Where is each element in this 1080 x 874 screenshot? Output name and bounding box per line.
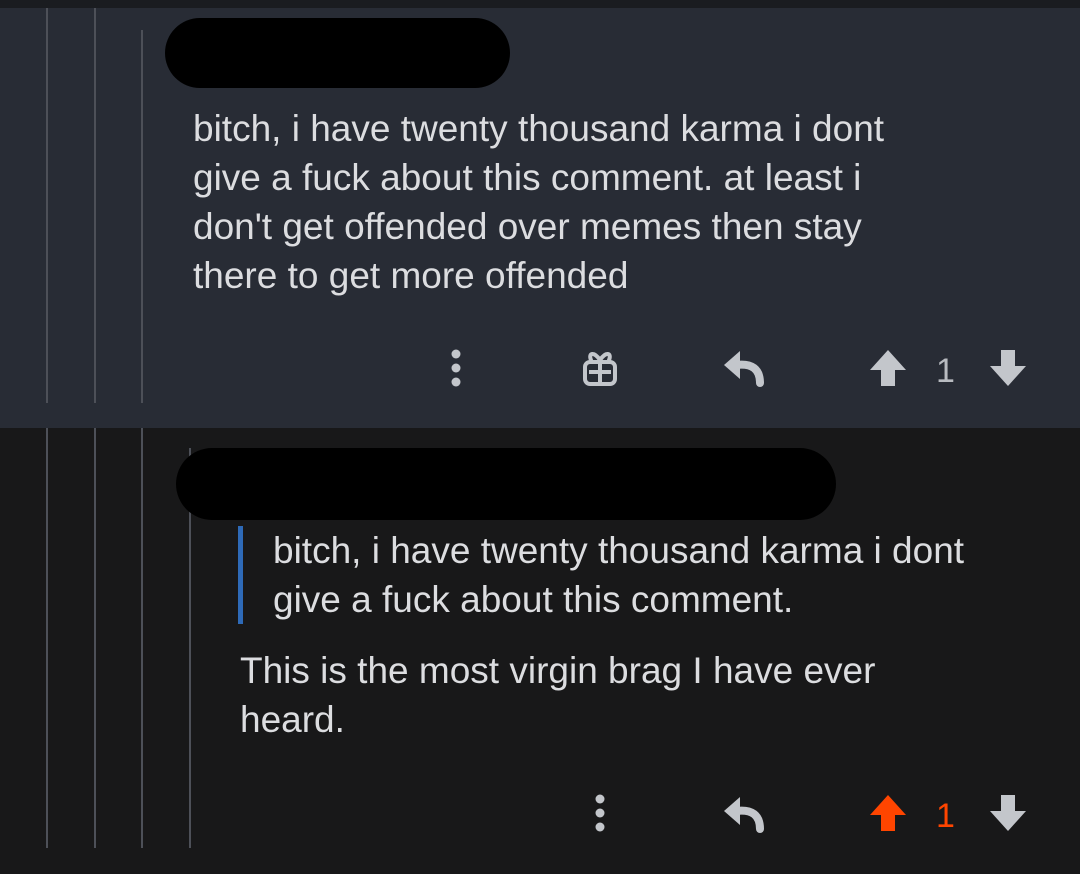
more-options-icon [451, 349, 461, 387]
score: 1 [936, 797, 955, 835]
thread-line[interactable] [46, 8, 48, 403]
upvote-button[interactable] [866, 347, 910, 389]
upvote-icon [870, 350, 906, 386]
score: 1 [936, 352, 955, 390]
more-options-button[interactable] [580, 788, 620, 838]
quote-body: bitch, i have twenty thousand karma i do… [273, 530, 965, 620]
reply-icon [724, 797, 764, 833]
award-button[interactable] [578, 344, 622, 390]
upvote-button[interactable] [866, 792, 910, 834]
downvote-button[interactable] [986, 347, 1030, 389]
thread-line[interactable] [94, 428, 96, 848]
comment-1: bitch, i have twenty thousand karma i do… [0, 0, 1080, 428]
thread-line[interactable] [141, 428, 143, 848]
more-options-button[interactable] [436, 343, 476, 393]
upvote-icon [870, 795, 906, 831]
thread-line[interactable] [94, 8, 96, 403]
more-options-icon [595, 794, 605, 832]
redacted-username [165, 18, 510, 88]
reply-icon [724, 351, 764, 387]
downvote-icon [990, 795, 1026, 831]
comment-body: bitch, i have twenty thousand karma i do… [193, 108, 885, 296]
redacted-username [176, 448, 836, 520]
downvote-icon [990, 350, 1026, 386]
thread-line[interactable] [46, 428, 48, 848]
downvote-button[interactable] [986, 792, 1030, 834]
quoted-text: bitch, i have twenty thousand karma i do… [238, 526, 964, 624]
reply-button[interactable] [720, 344, 768, 390]
comment-2: bitch, i have twenty thousand karma i do… [0, 428, 1080, 874]
comment-body: This is the most virgin brag I have ever… [240, 650, 876, 740]
thread-line[interactable] [141, 30, 143, 403]
reply-button[interactable] [720, 790, 768, 836]
gift-icon [583, 352, 617, 386]
